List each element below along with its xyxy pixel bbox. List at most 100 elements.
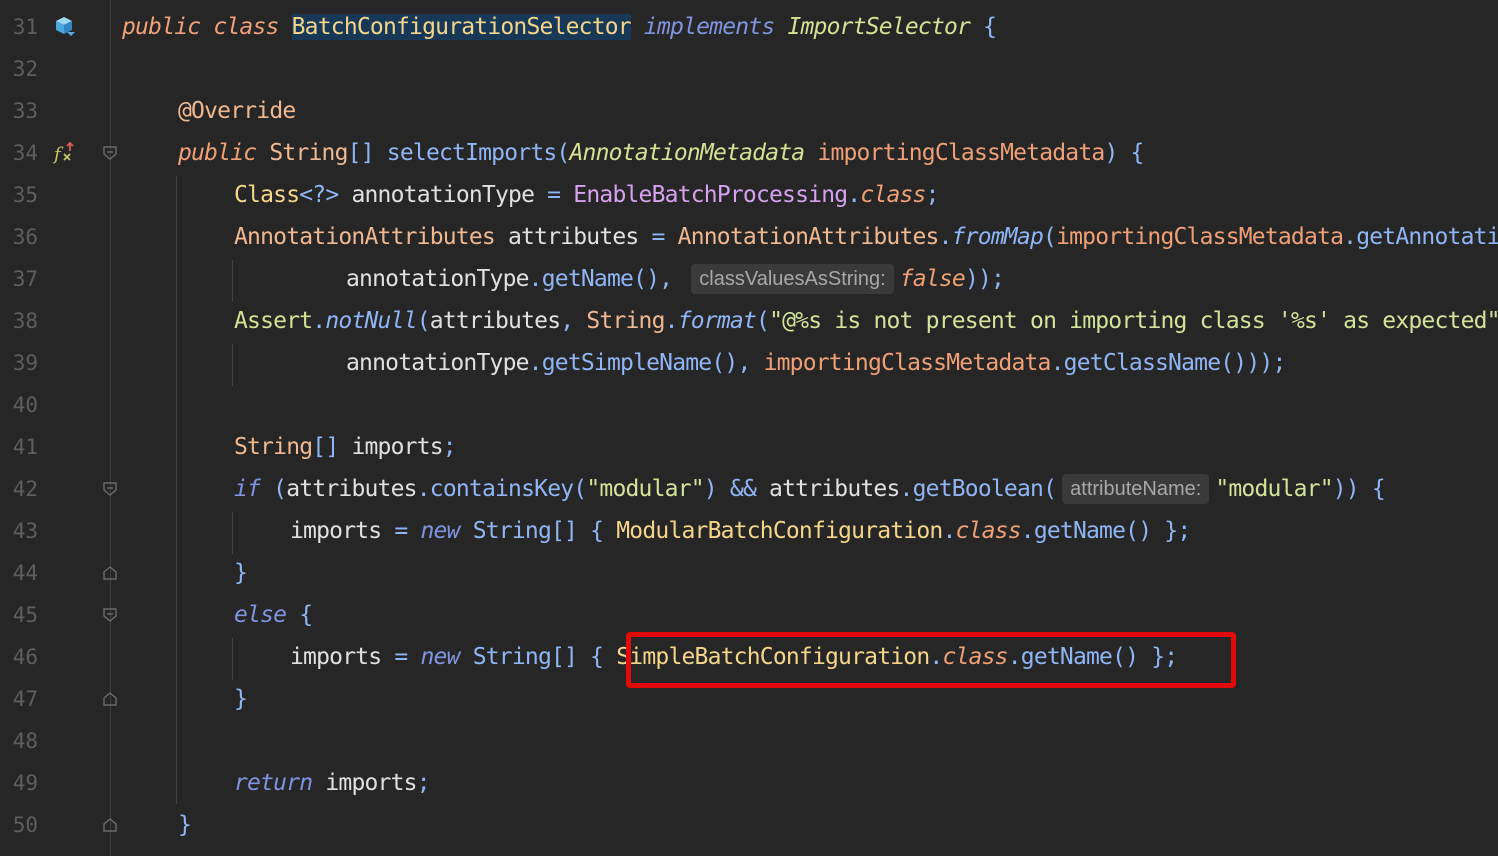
code-text: Assert.notNull(attributes, String.format… [234,300,1498,342]
code-token: imports [312,770,417,796]
code-token: ; [416,770,431,796]
code-token: containsKey [429,476,574,502]
code-token: ModularBatchConfiguration [616,518,943,544]
code-token: importingClassMetadata [817,140,1105,166]
code-text: } [178,804,192,846]
code-token: getSimpleName [541,350,712,376]
code-line-43[interactable]: 43 imports = new String[] { ModularBatch… [0,510,1498,552]
code-token: . [1050,350,1065,376]
code-line-39[interactable]: 39 annotationType.getSimpleName(), impor… [0,342,1498,384]
code-line-38[interactable]: 38 Assert.notNull(attributes, String.for… [0,300,1498,342]
code-token: = [651,224,666,250]
code-token: @Override [178,98,296,124]
highlight-annotation-box [626,632,1236,688]
code-token: <?> [299,182,339,208]
code-token: getName [541,266,634,292]
code-token: BatchConfigurationSelector [291,14,632,40]
code-text: } [234,678,248,720]
line-number: 32 [12,57,38,81]
code-text: imports = new String[] { ModularBatchCon… [290,510,1191,552]
line-number: 49 [12,771,38,795]
code-token: (), [633,266,673,292]
code-line-36[interactable]: 36 AnnotationAttributes attributes = Ann… [0,216,1498,258]
code-text: public String[] selectImports(Annotation… [178,132,1144,174]
code-token: ( [556,140,570,166]
code-line-49[interactable]: 49 return imports; [0,762,1498,804]
code-text: String[] imports; [234,426,457,468]
code-token: class [860,182,926,208]
fold-end-icon[interactable] [102,817,118,833]
code-token: . [1343,224,1357,250]
code-editor[interactable]: 31 public class BatchConfigurationSelect… [0,0,1498,856]
code-token: public [178,140,270,166]
line-number: 44 [12,561,38,585]
code-token: ; [442,434,457,460]
code-text: return imports; [234,762,431,804]
line-number: 42 [12,477,38,501]
code-line-33[interactable]: 33 @Override [0,90,1498,132]
code-line-45[interactable]: 45 else { [0,594,1498,636]
code-token: format [677,308,757,334]
code-line-42[interactable]: 42 if (attributes.containsKey("modular")… [0,468,1498,510]
code-line-50[interactable]: 50 } [0,804,1498,846]
code-token: imports [290,518,395,544]
line-number: 39 [12,351,38,375]
fold-collapse-icon[interactable] [102,481,118,497]
code-line-31[interactable]: 31 public class BatchConfigurationSelect… [0,6,1498,48]
line-number: 45 [12,603,38,627]
code-line-35[interactable]: 35 Class<?> annotationType = EnableBatch… [0,174,1498,216]
code-token: Class [234,182,300,208]
code-token: annotationType [346,350,529,376]
code-token: String [472,518,552,544]
code-token: annotationType [338,182,548,208]
code-line-40[interactable]: 40 [0,384,1498,426]
code-line-34[interactable]: 34 f public String[] selectImports(Annot… [0,132,1498,174]
line-number: 34 [12,141,38,165]
override-method-icon[interactable]: f [52,140,78,166]
code-token: ( [1043,224,1057,250]
code-line-32[interactable]: 32 [0,48,1498,90]
code-token: = [394,518,421,544]
line-number: 40 [12,393,38,417]
code-line-37[interactable]: 37 annotationType.getName(), classValues… [0,258,1498,300]
code-token: class [955,518,1022,544]
line-number: 33 [12,99,38,123]
code-token: public class [122,14,292,40]
code-token: selectImports [386,140,557,166]
code-token: false [899,266,966,292]
line-number: 31 [12,15,38,39]
code-text: @Override [178,90,296,132]
fold-collapse-icon[interactable] [102,607,118,623]
code-token: "modular" [586,476,704,502]
code-line-41[interactable]: 41 String[] imports; [0,426,1498,468]
code-token: [] [312,434,339,460]
code-token: String [234,434,313,460]
code-token: String [472,644,552,670]
code-text: annotationType.getName(), classValuesAsS… [346,258,1005,300]
code-token: . [416,476,431,502]
code-line-44[interactable]: 44 } [0,552,1498,594]
fold-end-icon[interactable] [102,691,118,707]
code-token: = [547,182,561,208]
code-token: attributes [429,308,561,334]
code-token: implements [643,14,788,40]
class-implements-icon[interactable] [52,14,78,40]
line-number: 35 [12,183,38,207]
line-number: 48 [12,729,38,753]
code-token: = [394,644,421,670]
code-token: getBoolean [912,476,1044,502]
code-token: . [899,476,914,502]
code-token: . [528,266,543,292]
fold-end-icon[interactable] [102,565,118,581]
code-token: . [1020,518,1035,544]
code-token: getName [1033,518,1126,544]
code-line-48[interactable]: 48 [0,720,1498,762]
code-token: { [970,14,997,40]
code-token: return [234,770,313,796]
code-token: . [847,182,861,208]
code-token: imports [290,644,395,670]
fold-collapse-icon[interactable] [102,145,118,161]
svg-text:f: f [52,144,64,165]
